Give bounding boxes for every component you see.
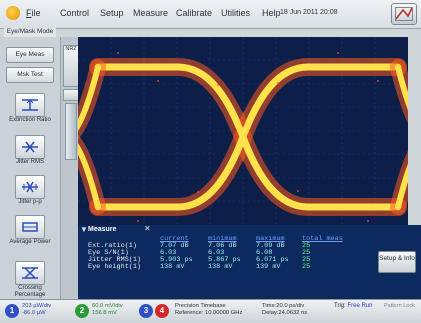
jitter-rms-label: Jitter RMS	[15, 159, 44, 165]
status-bar: 1 203 µW/div -86.0 µW 2 60.0 mV/div 156.…	[0, 299, 421, 323]
menu-help[interactable]: Help	[262, 8, 281, 18]
menu-calibrate[interactable]: Calibrate	[176, 8, 212, 18]
measurement-minimum: 138 mV	[208, 263, 233, 271]
mode-label: Eye/Mask Mode	[4, 28, 56, 37]
channel-4-indicator[interactable]: 4	[155, 304, 169, 318]
mask-test-button[interactable]: Msk Test	[6, 67, 54, 83]
side-scroll-panel: NRZ	[60, 37, 79, 299]
eye-diagram-plot[interactable]	[78, 37, 408, 225]
crossing-percentage-icon[interactable]	[15, 261, 45, 285]
menu-measure[interactable]: Measure	[133, 8, 168, 18]
trigger-mode: Free Run	[347, 303, 373, 309]
measurement-sidebar: Eye Meas Msk Test Extinction Ratio Jitte…	[0, 37, 60, 299]
average-power-label: Average Power	[9, 239, 51, 245]
time-settings[interactable]: Time:20.0 ps/div Delay:24.0632 ns	[262, 303, 307, 317]
datetime-display: 18 Jun 2011 20:08	[280, 9, 338, 16]
trigger-settings[interactable]: Trig: Free Run	[334, 303, 372, 309]
jitter-rms-icon[interactable]	[15, 135, 45, 159]
timebase-reference: Reference: 10.00000 GHz	[175, 310, 243, 316]
autoscale-button[interactable]	[391, 3, 417, 25]
channel-3-indicator[interactable]: 3	[139, 304, 153, 318]
measurement-total: 25	[302, 263, 311, 271]
eye-meas-button[interactable]: Eye Meas	[6, 47, 54, 63]
menu-setup[interactable]: Setup	[100, 8, 124, 18]
jitter-pp-icon[interactable]	[15, 175, 45, 199]
measure-results-panel: ▼ Measure ✕ current minimum maximum tota…	[78, 224, 421, 299]
crossing-percentage-label: Crossing Percentage	[14, 285, 46, 298]
trigger-label: Trig:	[334, 303, 346, 309]
app-logo-icon	[6, 6, 20, 20]
extinction-ratio-label: Extinction Ratio	[9, 117, 51, 123]
menu-bar: File Control Setup Measure Calibrate Uti…	[0, 0, 421, 29]
menu-file[interactable]: File	[26, 8, 41, 18]
eye-diagram-trace	[78, 37, 408, 225]
measurement-label: Eye height(1)	[88, 263, 142, 271]
time-scale: Time:20.0 ps/div	[262, 303, 305, 309]
timebase-title: Precision Timebase	[175, 303, 226, 309]
setup-info-button[interactable]: Setup & Info	[378, 251, 416, 273]
channel-2-settings[interactable]: 60.0 mV/div 156.8 mV	[92, 303, 123, 317]
scrollbar-thumb[interactable]	[65, 103, 77, 160]
measurement-current: 138 mV	[160, 263, 185, 271]
channel-2-scale: 60.0 mV/div	[92, 303, 123, 309]
collapse-arrow-icon[interactable]: ▼	[80, 225, 88, 234]
jitter-pp-label: Jitter p-p	[18, 199, 42, 205]
channel-1-scale: 203 µW/div	[22, 303, 52, 309]
channel-1-settings[interactable]: 203 µW/div -86.0 µW	[22, 303, 51, 317]
scroll-up-arrow[interactable]	[63, 89, 79, 101]
timebase-settings[interactable]: Precision Timebase Reference: 10.00000 G…	[175, 303, 242, 317]
close-icon[interactable]: ✕	[144, 224, 151, 233]
channel-2-indicator[interactable]: 2	[75, 304, 89, 318]
menu-control[interactable]: Control	[60, 8, 89, 18]
average-power-icon[interactable]	[15, 215, 45, 239]
extinction-ratio-icon[interactable]	[15, 93, 45, 117]
menu-utilities[interactable]: Utilities	[221, 8, 250, 18]
measurement-maximum: 139 mV	[256, 263, 281, 271]
nrz-indicator[interactable]: NRZ	[63, 45, 79, 87]
channel-2-offset: 156.8 mV	[92, 310, 117, 316]
pattern-lock-button[interactable]: Pattern Lock	[384, 303, 415, 310]
time-delay: Delay:24.0632 ns	[262, 310, 308, 316]
measure-tab[interactable]: Measure	[88, 226, 116, 235]
channel-1-offset: -86.0 µW	[22, 310, 46, 316]
channel-1-indicator[interactable]: 1	[5, 304, 19, 318]
